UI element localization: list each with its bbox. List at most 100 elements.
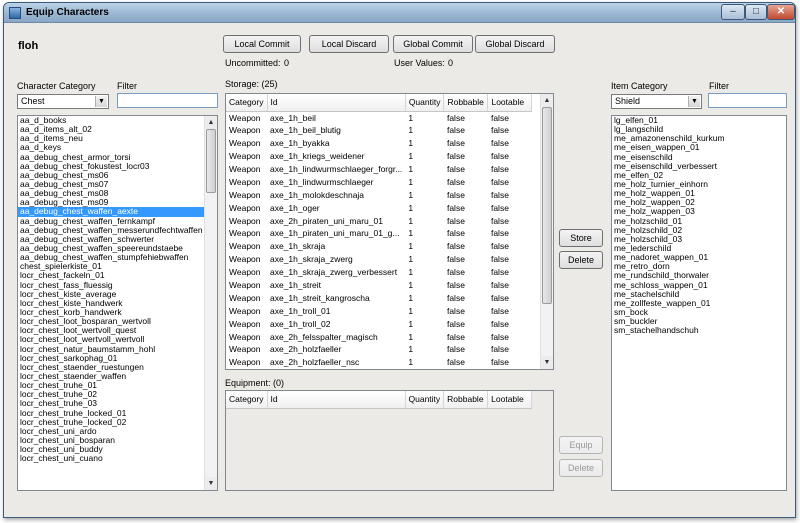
scroll-up-icon[interactable]: ▲: [205, 116, 217, 129]
item-list-item[interactable]: sm_stachelhandschuh: [612, 326, 786, 335]
storage-cell: false: [490, 318, 509, 329]
right-filter-input[interactable]: [708, 93, 787, 108]
storage-cell: axe_2h_felsspalter_magisch: [270, 331, 378, 342]
storage-grid[interactable]: Category Id Quantity Robbable Lootable Weapo…: [225, 93, 554, 370]
scroll-thumb[interactable]: [542, 107, 552, 304]
storage-cell: axe_1h_piraten_uni_maru_01_g...: [270, 228, 400, 239]
item-list[interactable]: lg_elfen_01 lg_langschild me_amazonenschil…: [611, 115, 787, 491]
left-filter-input[interactable]: [117, 93, 218, 108]
delete-button[interactable]: Delete: [559, 251, 603, 269]
storage-cell: 1: [408, 331, 414, 342]
maximize-button[interactable]: □: [745, 4, 767, 20]
equipment-column-header[interactable]: Category: [226, 391, 268, 409]
storage-cell: 1: [408, 125, 414, 136]
storage-cell: Weapon: [229, 138, 261, 149]
local-commit-button[interactable]: Local Commit: [223, 35, 301, 53]
character-category-select[interactable]: Chest ▼: [17, 94, 109, 109]
storage-row[interactable]: Weapon axe_1h_troll_02 1 false false: [226, 317, 532, 330]
equipment-label: Equipment: (0): [225, 378, 285, 388]
storage-cell: axe_1h_lindwurmschlaeger: [270, 176, 374, 187]
storage-row[interactable]: Weapon axe_1h_skraja 1 false false: [226, 240, 532, 253]
storage-column-header[interactable]: Lootable: [487, 94, 533, 112]
storage-row[interactable]: Weapon axe_2h_felsspalter_magisch 1 false fa…: [226, 330, 532, 343]
storage-row[interactable]: Weapon axe_1h_byakka 1 false false: [226, 137, 532, 150]
storage-cell: Weapon: [229, 280, 261, 291]
storage-column-header[interactable]: Category: [226, 94, 268, 112]
storage-cell: false: [490, 280, 509, 291]
storage-cell: Weapon: [229, 357, 261, 368]
storage-cell: false: [446, 228, 465, 239]
storage-cell: axe_1h_skraja_zwerg_verbessert: [270, 267, 398, 278]
equipment-column-header[interactable]: Lootable: [487, 391, 533, 409]
storage-cell: axe_2h_holzfaeller_nsc: [270, 357, 360, 368]
storage-row[interactable]: Weapon axe_1h_skraja_zwerg_verbessert 1 fal…: [226, 266, 532, 279]
equipment-column-header[interactable]: Quantity: [405, 391, 445, 409]
storage-row[interactable]: Weapon axe_2h_piraten_uni_maru_01 1 false fa…: [226, 214, 532, 227]
storage-cell: Weapon: [229, 112, 261, 123]
storage-cell: 1: [408, 202, 414, 213]
storage-cell: 1: [408, 254, 414, 265]
local-discard-button[interactable]: Local Discard: [309, 35, 389, 53]
character-list[interactable]: aa_d_books aa_d_items_alt_02 aa_d_items_ne…: [17, 115, 218, 491]
storage-row[interactable]: Weapon axe_1h_molokdeschnaja 1 false false: [226, 188, 532, 201]
storage-row[interactable]: Weapon axe_1h_lindwurmschlaeger 1 false fals…: [226, 175, 532, 188]
scroll-up-icon[interactable]: ▲: [541, 94, 553, 107]
storage-row[interactable]: Weapon axe_1h_streit_kangroscha 1 false fals…: [226, 291, 532, 304]
equipment-column-header[interactable]: Id: [267, 391, 406, 409]
storage-cell: axe_1h_beil_blutig: [270, 125, 341, 136]
user-values-label: User Values:: [394, 58, 445, 68]
scroll-down-icon[interactable]: ▼: [541, 356, 553, 369]
character-list-scrollbar[interactable]: ▲ ▼: [204, 116, 217, 490]
minimize-button[interactable]: –: [721, 4, 745, 20]
storage-row[interactable]: Weapon axe_1h_lindwurmschlaeger_forgr... 1…: [226, 163, 532, 176]
delete-equipment-button[interactable]: Delete: [559, 459, 603, 477]
chevron-down-icon: ▼: [95, 96, 107, 107]
storage-cell: axe_1h_beil: [270, 112, 316, 123]
storage-cell: 1: [408, 305, 414, 316]
equip-button[interactable]: Equip: [559, 436, 603, 454]
storage-row[interactable]: Weapon axe_1h_oger 1 false false: [226, 201, 532, 214]
storage-row[interactable]: Weapon axe_1h_streit 1 false false: [226, 279, 532, 292]
storage-scrollbar[interactable]: ▲ ▼: [540, 94, 553, 369]
storage-label: Storage: (25): [225, 79, 278, 89]
title-bar[interactable]: Equip Characters – □ ✕: [4, 3, 795, 23]
storage-row[interactable]: Weapon axe_1h_beil_blutig 1 false false: [226, 124, 532, 137]
storage-cell: Weapon: [229, 267, 261, 278]
storage-cell: Weapon: [229, 164, 261, 174]
storage-cell: Weapon: [229, 241, 261, 252]
storage-column-header[interactable]: Id: [267, 94, 406, 112]
storage-cell: 1: [408, 280, 414, 291]
storage-cell: false: [446, 164, 465, 174]
storage-cell: false: [446, 305, 465, 316]
storage-row[interactable]: Weapon axe_2h_holzfaeller 1 false false: [226, 343, 532, 356]
storage-row[interactable]: Weapon axe_1h_piraten_uni_maru_01_g... 1 fa…: [226, 227, 532, 240]
item-category-value: Shield: [615, 96, 641, 106]
close-button[interactable]: ✕: [767, 4, 795, 20]
storage-column-header[interactable]: Quantity: [405, 94, 445, 112]
storage-cell: Weapon: [229, 125, 261, 136]
equipment-column-header[interactable]: Robbable: [443, 391, 489, 409]
storage-row[interactable]: Weapon axe_2h_holzfaeller_nsc 1 false false: [226, 356, 532, 369]
store-button[interactable]: Store: [559, 229, 603, 247]
scroll-down-icon[interactable]: ▼: [205, 477, 217, 490]
storage-column-header[interactable]: Robbable: [443, 94, 489, 112]
storage-row[interactable]: Weapon axe_1h_kriegs_weidener 1 false false: [226, 150, 532, 163]
right-filter-label: Filter: [709, 81, 729, 91]
storage-cell: false: [446, 138, 465, 149]
storage-row[interactable]: Weapon axe_1h_troll_01 1 false false: [226, 304, 532, 317]
equipment-grid[interactable]: Category Id Quantity Robbable Lootable: [225, 390, 554, 491]
storage-cell: false: [490, 292, 509, 303]
storage-row[interactable]: Weapon axe_1h_skraja_zwerg 1 false false: [226, 253, 532, 266]
character-list-item[interactable]: locr_chest_uni_cuano: [18, 454, 217, 463]
storage-cell: 1: [408, 138, 414, 149]
app-icon: [9, 7, 21, 19]
global-commit-button[interactable]: Global Commit: [393, 35, 473, 53]
storage-row[interactable]: Weapon axe_1h_beil 1 false false: [226, 111, 532, 124]
storage-cell: 1: [408, 176, 414, 187]
global-discard-button[interactable]: Global Discard: [475, 35, 555, 53]
scroll-thumb[interactable]: [206, 129, 216, 193]
item-category-select[interactable]: Shield ▼: [611, 94, 702, 109]
storage-cell: Weapon: [229, 292, 261, 303]
storage-cell: Weapon: [229, 176, 261, 187]
item-category-label: Item Category: [611, 81, 668, 91]
